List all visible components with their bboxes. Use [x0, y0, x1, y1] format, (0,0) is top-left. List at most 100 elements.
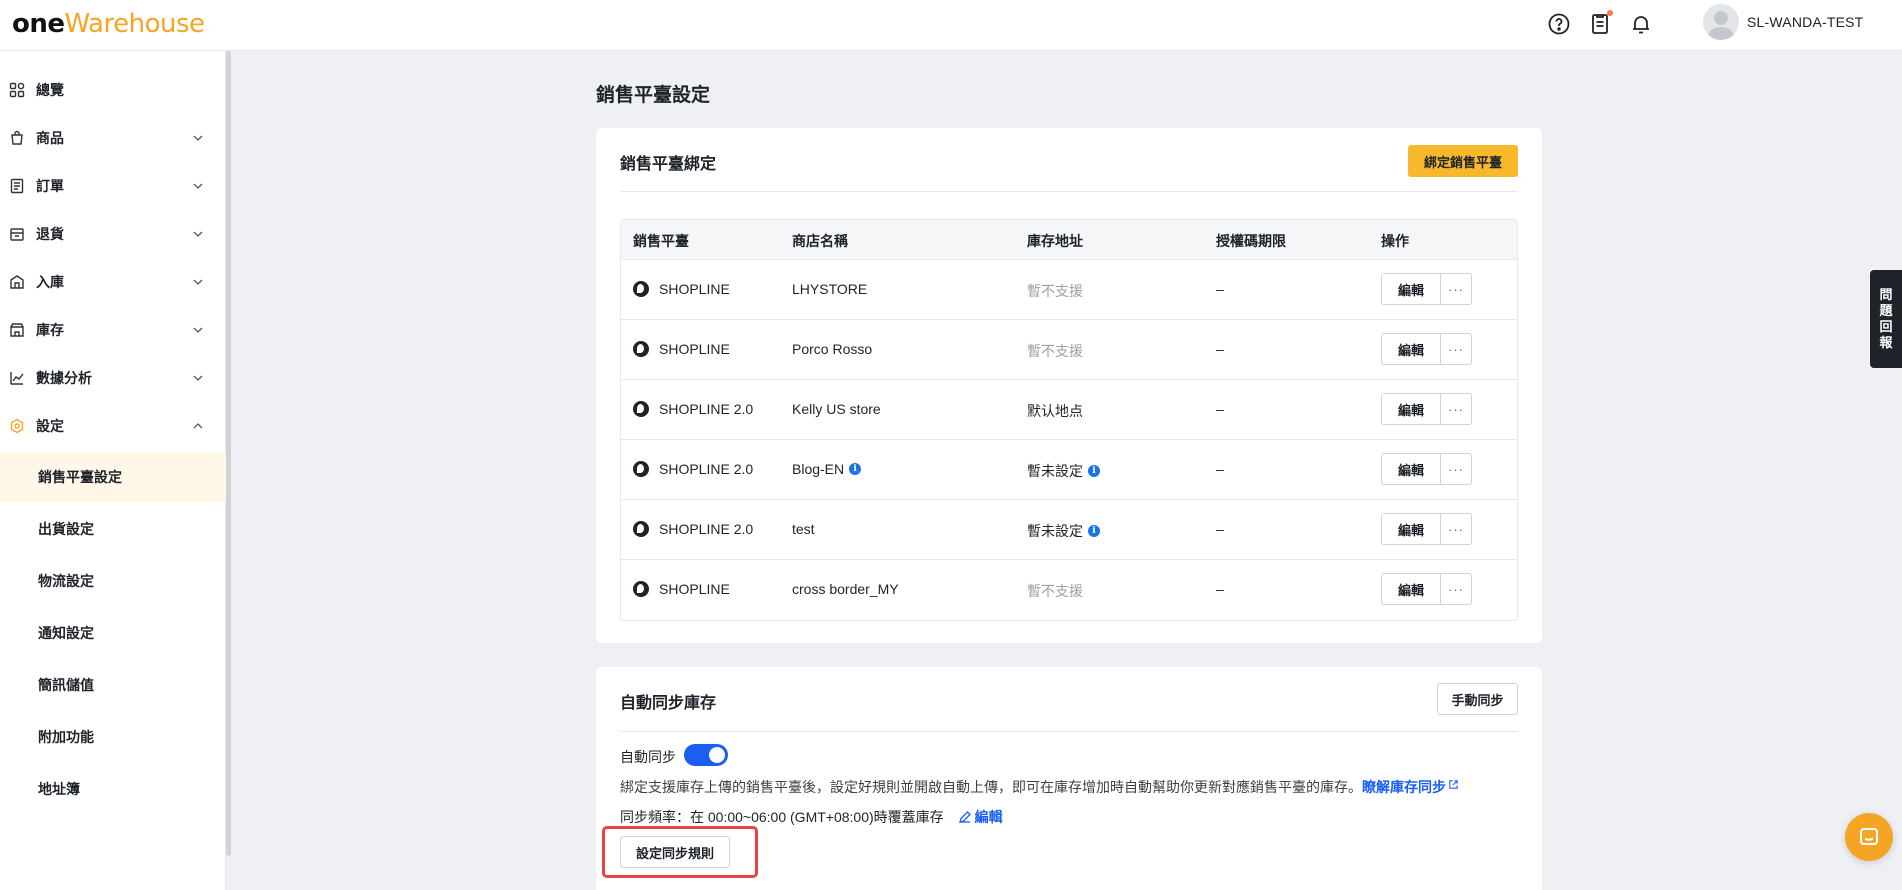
store-name: cross border_MY — [792, 581, 899, 597]
page-title: 銷售平臺設定 — [596, 85, 711, 106]
sidebar-item-inbound[interactable]: 入庫 — [0, 262, 226, 302]
table-body: SHOPLINE LHYSTORE 暫不支援 – 編輯 ··· SHOPLINE Porco … — [621, 260, 1517, 620]
logo-warehouse: Warehouse — [64, 9, 206, 39]
settings-hex-icon — [8, 417, 26, 435]
sidebar-item-orders[interactable]: 訂單 — [0, 166, 226, 206]
sidebar-subitem-addons[interactable]: 附加功能 — [0, 712, 226, 762]
sidebar-subitem-sms-topup[interactable]: 簡訊儲值 — [0, 660, 226, 710]
avatar[interactable] — [1703, 4, 1739, 40]
sidebar-item-label: 入庫 — [36, 274, 64, 290]
platform-binding-card: 銷售平臺綁定 綁定銷售平臺 銷售平臺 商店名稱 庫存地址 授權碼期限 操作 SH… — [596, 128, 1542, 643]
sidebar-item-label: 數據分析 — [36, 370, 92, 386]
store-name: Kelly US store — [792, 401, 881, 417]
manual-sync-button[interactable]: 手動同步 — [1437, 683, 1518, 715]
store-cell: test — [792, 521, 815, 537]
auto-sync-toggle[interactable] — [684, 744, 728, 766]
table-row: SHOPLINE 2.0 Kelly US store 默认地点 – 編輯 ··· — [621, 380, 1517, 440]
sidebar-subitem-address-book[interactable]: 地址簿 — [0, 764, 226, 814]
chevron-down-icon — [193, 183, 203, 189]
info-icon[interactable]: i — [849, 463, 862, 475]
store-cell: Kelly US store — [792, 401, 881, 417]
bind-platform-button[interactable]: 綁定銷售平臺 — [1408, 145, 1518, 177]
store-name: LHYSTORE — [792, 281, 868, 297]
platform-name: SHOPLINE 2.0 — [659, 461, 754, 477]
table-row: SHOPLINE cross border_MY 暫不支援 – 編輯 ··· — [621, 560, 1517, 620]
pencil-icon — [958, 811, 971, 823]
sidebar-item-analytics[interactable]: 數據分析 — [0, 358, 226, 398]
more-actions-button[interactable]: ··· — [1441, 513, 1472, 545]
edit-button[interactable]: 編輯 — [1381, 513, 1441, 545]
shopline-icon — [633, 401, 649, 417]
feedback-tab[interactable]: 問題回報 — [1870, 270, 1902, 368]
sidebar-item-label: 商品 — [36, 130, 64, 146]
address-value: 默认地点 — [1027, 403, 1083, 419]
shopline-icon — [633, 281, 649, 297]
chat-launcher-button[interactable] — [1845, 813, 1893, 861]
address-cell: 暫不支援 — [1027, 281, 1083, 301]
table-row: SHOPLINE 2.0 test 暫未設定 i – 編輯 ··· — [621, 500, 1517, 560]
store-name: Blog-EN — [792, 461, 845, 477]
more-actions-button[interactable]: ··· — [1441, 453, 1472, 485]
sidebar-item-settings[interactable]: 設定 — [0, 406, 226, 446]
column-header: 授權碼期限 — [1216, 233, 1286, 249]
edit-button[interactable]: 編輯 — [1381, 453, 1441, 485]
username[interactable]: SL-WANDA-TEST — [1747, 14, 1863, 30]
shopline-icon — [633, 461, 649, 477]
chevron-up-icon — [193, 423, 203, 429]
clipboard-icon[interactable] — [1586, 10, 1614, 38]
sidebar-item-inventory[interactable]: 庫存 — [0, 310, 226, 350]
sidebar-item-label: 設定 — [36, 418, 64, 434]
table-row: SHOPLINE Porco Rosso 暫不支援 – 編輯 ··· — [621, 320, 1517, 380]
address-cell: 暫不支援 — [1027, 341, 1083, 361]
platform-cell: SHOPLINE 2.0 — [633, 521, 753, 537]
edit-button[interactable]: 編輯 — [1381, 573, 1441, 605]
sync-frequency-text: 同步頻率：在 00:00~06:00 (GMT+08:00)時覆蓋庫存 — [620, 809, 944, 825]
sidebar-item-products[interactable]: 商品 — [0, 118, 226, 158]
sync-description-text: 綁定支援庫存上傳的銷售平臺後，設定好規則並開啟自動上傳，即可在庫存增加時自動幫助… — [620, 779, 1362, 795]
sidebar-subitem-logistics[interactable]: 物流設定 — [0, 556, 226, 606]
row-actions: 編輯 ··· — [1381, 273, 1472, 305]
app-logo[interactable]: oneWarehouse — [12, 8, 205, 39]
row-actions: 編輯 ··· — [1381, 513, 1472, 545]
chevron-down-icon — [193, 375, 203, 381]
more-actions-button[interactable]: ··· — [1441, 393, 1472, 425]
sidebar-subitem-shipping[interactable]: 出貨設定 — [0, 504, 226, 554]
edit-button[interactable]: 編輯 — [1381, 333, 1441, 365]
store-cell: LHYSTORE — [792, 281, 867, 297]
sidebar-item-label: 退貨 — [36, 226, 64, 242]
platform-cell: SHOPLINE 2.0 — [633, 401, 753, 417]
table-header: 銷售平臺 商店名稱 庫存地址 授權碼期限 操作 — [621, 220, 1517, 260]
auto-sync-label: 自動同步 — [620, 749, 676, 765]
sidebar: 總覽 商品 訂單 退貨 入庫 庫存 數據分析 設定 銷售平臺設定 出貨設定 物流… — [0, 51, 226, 890]
more-actions-button[interactable]: ··· — [1441, 333, 1472, 365]
edit-button[interactable]: 編輯 — [1381, 393, 1441, 425]
sidebar-item-label: 庫存 — [36, 322, 64, 338]
info-icon[interactable]: i — [1088, 465, 1100, 477]
sidebar-subitem-sales-platform[interactable]: 銷售平臺設定 — [0, 452, 226, 502]
address-value: 暫不支援 — [1027, 283, 1083, 299]
sync-card-title: 自動同步庫存 — [620, 695, 717, 712]
platform-table: 銷售平臺 商店名稱 庫存地址 授權碼期限 操作 SHOPLINE LHYSTORE… — [620, 219, 1518, 621]
edit-button[interactable]: 編輯 — [1381, 273, 1441, 305]
expiry-cell: – — [1216, 401, 1224, 417]
frequency-edit-link[interactable]: 編輯 — [958, 807, 1003, 827]
more-actions-button[interactable]: ··· — [1441, 573, 1472, 605]
receipt-icon — [8, 177, 26, 195]
sidebar-item-overview[interactable]: 總覽 — [0, 70, 226, 110]
row-actions: 編輯 ··· — [1381, 393, 1472, 425]
sidebar-scrollbar[interactable] — [226, 51, 231, 856]
shopline-icon — [633, 521, 649, 537]
more-actions-button[interactable]: ··· — [1441, 273, 1472, 305]
sidebar-subitem-notifications[interactable]: 通知設定 — [0, 608, 226, 658]
grid-icon — [8, 81, 26, 99]
sidebar-item-returns[interactable]: 退貨 — [0, 214, 226, 254]
platform-cell: SHOPLINE — [633, 581, 730, 597]
help-circle-icon[interactable] — [1545, 10, 1573, 38]
expiry-cell: – — [1216, 581, 1224, 597]
learn-inventory-sync-link[interactable]: 瞭解庫存同步 — [1362, 779, 1459, 795]
info-icon[interactable]: i — [1088, 525, 1100, 537]
address-cell: 暫未設定 i — [1027, 521, 1100, 541]
bell-icon[interactable] — [1627, 10, 1655, 38]
expiry-cell: – — [1216, 341, 1224, 357]
sync-frequency: 同步頻率：在 00:00~06:00 (GMT+08:00)時覆蓋庫存 編輯 — [620, 807, 1003, 827]
